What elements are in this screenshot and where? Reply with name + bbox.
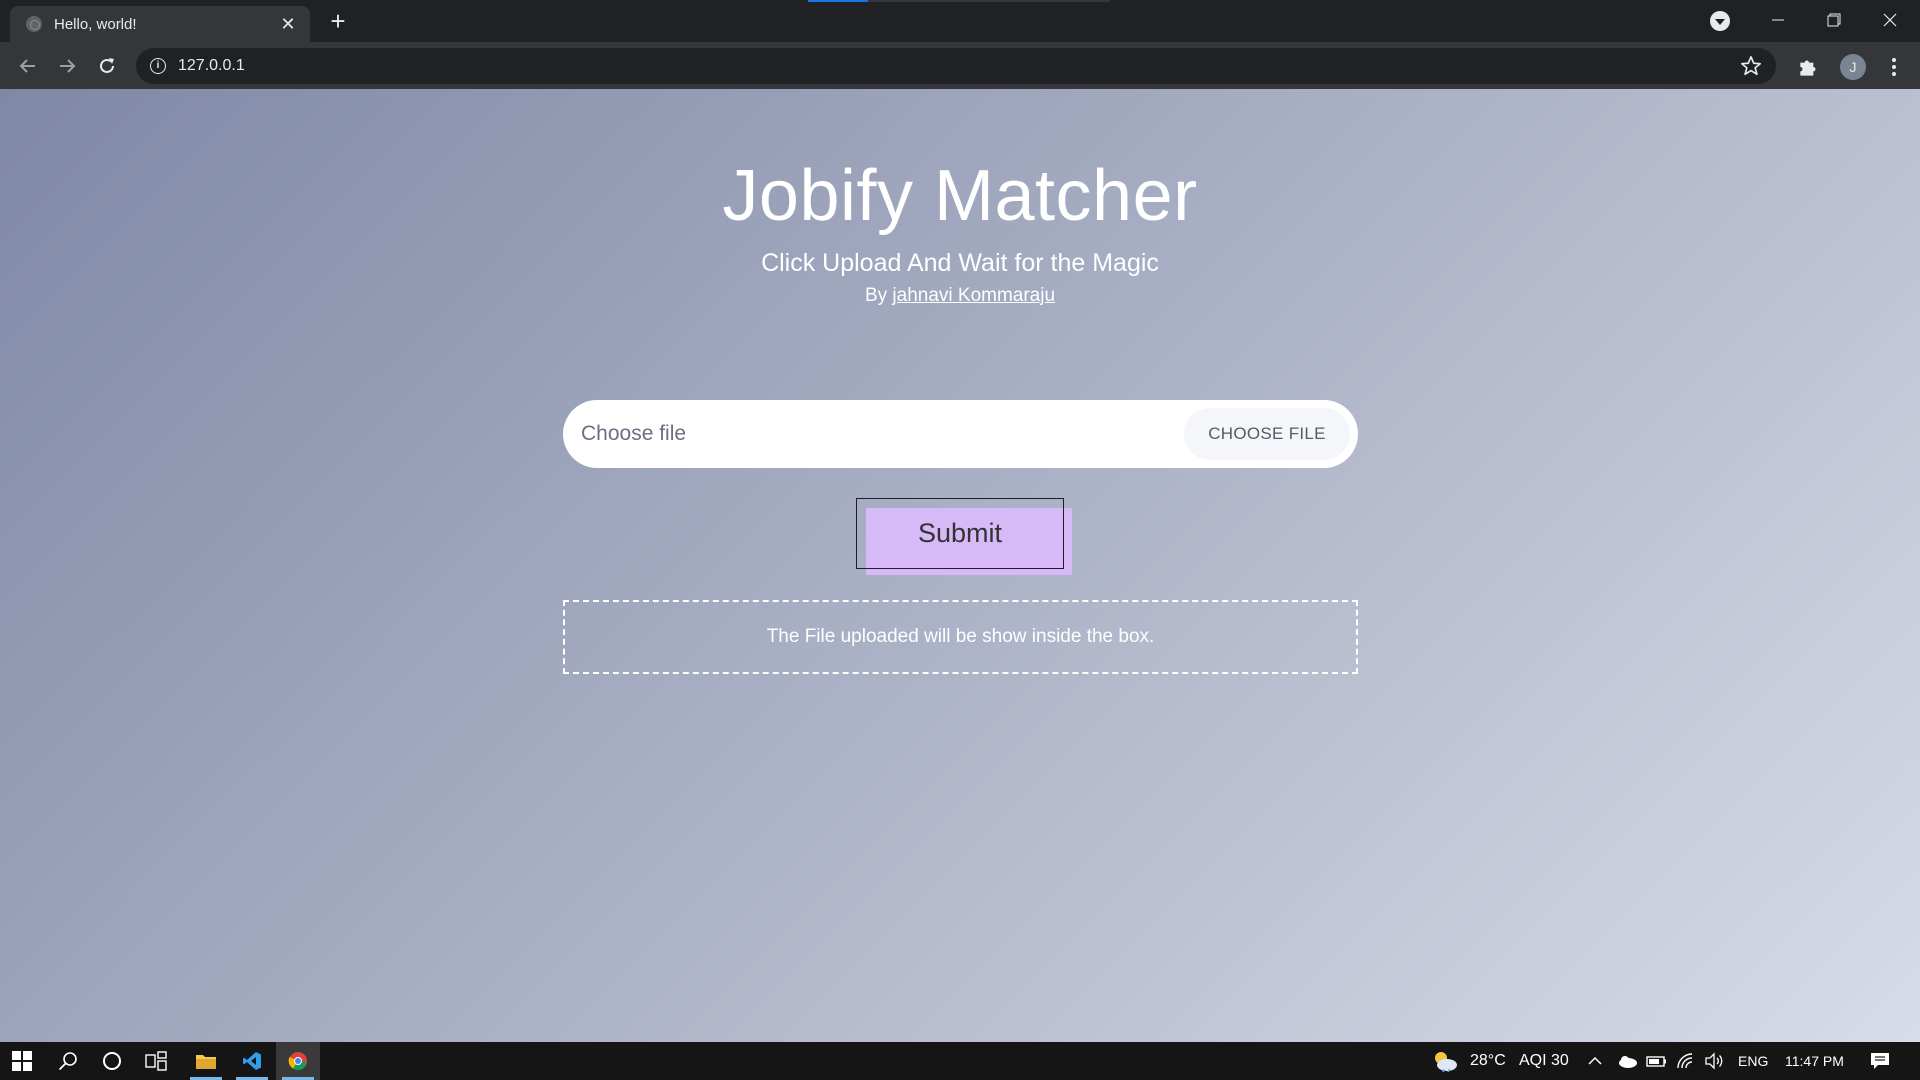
windows-logo-icon: [12, 1051, 32, 1071]
author-link[interactable]: jahnavi Kommaraju: [892, 285, 1055, 306]
choose-file-button[interactable]: CHOOSE FILE: [1184, 408, 1350, 460]
clock-time[interactable]: 11:47 PM: [1785, 1042, 1844, 1080]
close-icon: [1883, 13, 1897, 27]
air-quality-index[interactable]: AQI 30: [1519, 1042, 1569, 1080]
restore-button[interactable]: [1806, 0, 1862, 40]
submit-area: Submit: [856, 498, 1072, 578]
minimize-icon: [1772, 19, 1784, 21]
task-view-button[interactable]: [134, 1042, 178, 1080]
chevron-up-icon[interactable]: [1586, 1052, 1604, 1070]
page-title: Jobify Matcher: [722, 156, 1198, 236]
browser-tab[interactable]: Hello, world! ✕: [10, 6, 310, 42]
page-subtitle: Click Upload And Wait for the Magic: [761, 249, 1159, 277]
cortana-button[interactable]: [90, 1042, 134, 1080]
wifi-icon[interactable]: [1676, 1052, 1696, 1070]
battery-icon[interactable]: [1646, 1052, 1668, 1070]
tab-title: Hello, world!: [54, 15, 137, 33]
folder-icon: [196, 1055, 216, 1069]
back-button[interactable]: [12, 50, 44, 82]
tab-close-icon[interactable]: ✕: [278, 14, 298, 35]
puzzle-icon[interactable]: [1796, 54, 1822, 80]
loading-indicator: [808, 0, 1110, 2]
taskbar-search-button[interactable]: [46, 1042, 90, 1080]
file-input-placeholder: Choose file: [581, 422, 687, 445]
onedrive-cloud-icon[interactable]: [1616, 1052, 1638, 1070]
arrow-left-icon: [19, 59, 35, 73]
info-icon[interactable]: i: [150, 58, 166, 74]
search-icon: [58, 1052, 77, 1071]
tab-strip: Hello, world! ✕ +: [0, 0, 1920, 42]
taskbar-vscode[interactable]: [230, 1042, 274, 1080]
submit-label: Submit: [917, 518, 1003, 548]
tab-search-icon[interactable]: [1710, 11, 1730, 31]
file-input[interactable]: Choose file CHOOSE FILE: [563, 400, 1358, 468]
taskbar-file-explorer[interactable]: [184, 1042, 228, 1080]
start-button[interactable]: [0, 1042, 44, 1080]
address-bar[interactable]: i 127.0.0.1: [136, 48, 1776, 84]
taskbar-chrome[interactable]: [276, 1042, 320, 1080]
reload-button[interactable]: [91, 50, 123, 82]
page-content: Jobify Matcher Click Upload And Wait for…: [0, 89, 1920, 1042]
reload-icon: [100, 58, 114, 73]
byline-prefix: By: [864, 285, 888, 306]
byline: By jahnavi Kommaraju: [0, 285, 1920, 307]
browser-toolbar: i 127.0.0.1 J: [0, 42, 1920, 89]
close-window-button[interactable]: [1862, 0, 1918, 40]
new-tab-button[interactable]: +: [324, 8, 352, 36]
globe-icon: [26, 16, 42, 32]
cortana-circle-icon: [103, 1052, 121, 1070]
url-text: 127.0.0.1: [178, 57, 245, 74]
forward-button[interactable]: [51, 50, 83, 82]
restore-icon: [1827, 13, 1841, 27]
minimize-button[interactable]: [1750, 0, 1806, 40]
upload-preview-box: The File uploaded will be show inside th…: [563, 600, 1358, 674]
input-language[interactable]: ENG: [1738, 1042, 1768, 1080]
task-view-icon: [145, 1051, 167, 1071]
submit-button[interactable]: Submit: [856, 498, 1064, 569]
more-menu-icon[interactable]: [1884, 54, 1904, 80]
upload-preview-text: The File uploaded will be show inside th…: [766, 626, 1155, 647]
chrome-icon: [288, 1052, 307, 1071]
vscode-icon: [243, 1052, 261, 1070]
weather-temperature[interactable]: 28°C: [1470, 1042, 1506, 1080]
windows-taskbar: 28°C AQI 30 ENG 11:47 PM: [0, 1042, 1920, 1080]
arrow-right-icon: [60, 59, 76, 73]
bookmark-star-icon[interactable]: [1740, 55, 1762, 77]
profile-avatar[interactable]: J: [1840, 54, 1866, 80]
weather-icon[interactable]: [1432, 1050, 1458, 1072]
volume-icon[interactable]: [1704, 1052, 1724, 1070]
notification-icon[interactable]: [1870, 1052, 1890, 1070]
